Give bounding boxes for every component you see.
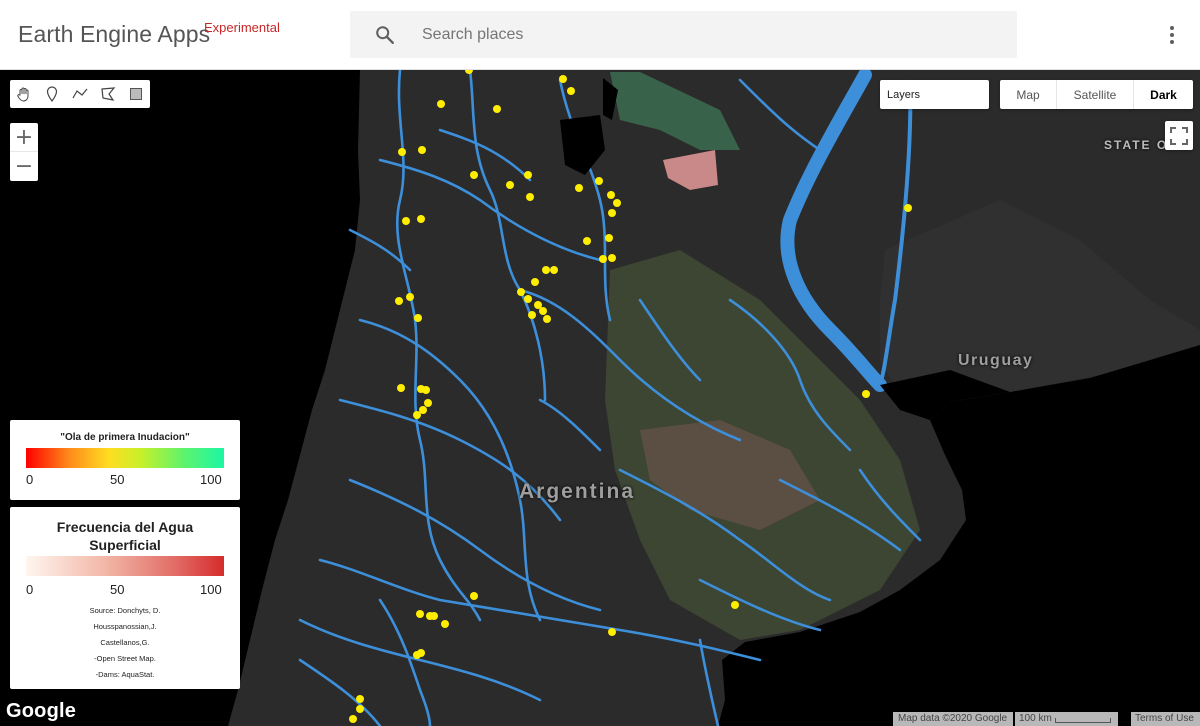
- flood-legend-title: "Ola de primera Inudacion": [60, 432, 190, 443]
- source-line: Castellanos,G.: [100, 638, 150, 647]
- scale-label: 100 km: [1019, 713, 1052, 724]
- app-window: Earth Engine Apps Experimental Search pl…: [0, 0, 1200, 726]
- source-line: -Open Street Map.: [94, 654, 156, 663]
- water-legend-title: Frecuencia del Agua Superficial: [56, 519, 194, 553]
- zoom-in-button[interactable]: +: [10, 123, 38, 152]
- rectangle-icon[interactable]: [122, 80, 150, 108]
- map-type-control: Map Satellite Dark: [1000, 80, 1193, 109]
- search-icon[interactable]: [374, 24, 396, 46]
- marker-icon[interactable]: [38, 80, 66, 108]
- polyline-icon[interactable]: [66, 80, 94, 108]
- water-color-ramp: [26, 556, 224, 576]
- app-header: Earth Engine Apps Experimental: [0, 0, 1200, 70]
- fullscreen-icon: [1170, 126, 1188, 145]
- flood-color-ramp: [26, 448, 224, 468]
- scale-bar[interactable]: 100 km: [1015, 712, 1118, 726]
- water-frequency-legend: Frecuencia del Agua Superficial 0 50 100…: [10, 507, 240, 689]
- legend-tick: 0: [26, 582, 34, 597]
- app-title[interactable]: Earth Engine Apps: [18, 21, 210, 48]
- legend-tick: 50: [110, 472, 125, 487]
- fullscreen-button[interactable]: [1165, 121, 1193, 150]
- source-line: Source: Donchyts, D.: [89, 606, 161, 615]
- source-line: Housspanossian,J.: [93, 622, 157, 631]
- hand-icon[interactable]: [10, 80, 38, 108]
- polygon-icon[interactable]: [94, 80, 122, 108]
- legend-tick: 50: [110, 582, 125, 597]
- map-type-map[interactable]: Map: [1000, 80, 1057, 109]
- map-data-attribution[interactable]: Map data ©2020 Google: [893, 712, 1013, 726]
- search-input[interactable]: [422, 22, 982, 48]
- zoom-control: + −: [10, 123, 38, 181]
- google-logo: Google: [6, 700, 77, 722]
- experimental-badge: Experimental: [204, 20, 280, 35]
- scale-line: [1055, 718, 1111, 723]
- terms-of-use-link[interactable]: Terms of Use: [1131, 712, 1200, 726]
- map-type-dark[interactable]: Dark: [1134, 80, 1193, 109]
- drawing-toolbar: [10, 80, 150, 108]
- more-vert-icon[interactable]: [1160, 22, 1184, 48]
- layers-button[interactable]: Layers: [880, 80, 989, 109]
- source-line: -Dams: AquaStat.: [95, 670, 155, 679]
- zoom-out-button[interactable]: −: [10, 152, 38, 181]
- label-uruguay: Uruguay: [958, 352, 1034, 369]
- legend-tick: 0: [26, 472, 34, 487]
- legend-tick: 100: [200, 582, 222, 597]
- map-type-satellite[interactable]: Satellite: [1057, 80, 1134, 109]
- legend-tick: 100: [200, 472, 222, 487]
- label-argentina: Argentina: [519, 480, 636, 503]
- flood-legend: "Ola de primera Inudacion" 0 50 100: [10, 420, 240, 500]
